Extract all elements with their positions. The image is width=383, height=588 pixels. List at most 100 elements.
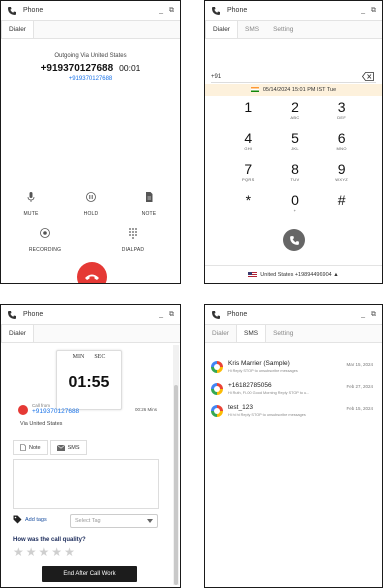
note-button[interactable]: NOTE [119, 191, 179, 217]
sec-label: SEC [94, 354, 106, 360]
key-9[interactable]: 9 WXYZ [318, 161, 365, 187]
minimize-button[interactable]: _ [361, 7, 365, 14]
call-quality-label: How was the call quality? [13, 537, 86, 543]
mute-button[interactable]: MUTE [1, 191, 61, 217]
hold-button[interactable]: HOLD [61, 191, 121, 217]
star-icon[interactable]: ★ [64, 546, 75, 558]
record-icon [40, 228, 50, 238]
end-after-call-work-button[interactable]: End After Call Work [42, 566, 137, 582]
key-digit: 8 [291, 161, 299, 177]
minimize-button[interactable]: _ [159, 311, 163, 318]
key-digit: 1 [244, 99, 253, 115]
dialpad-button[interactable]: DIALPAD [103, 227, 163, 253]
minimize-button[interactable]: _ [361, 311, 365, 318]
tab-sms[interactable]: SMS [238, 21, 266, 38]
via-label: Via United States [20, 421, 63, 427]
number-input-value: +91 [211, 74, 222, 80]
note-sms-tabs: Note SMS [13, 440, 87, 455]
key-0[interactable]: 0 + [272, 192, 319, 218]
backspace-icon[interactable] [362, 72, 374, 81]
key-7[interactable]: 7 PQRS [225, 161, 272, 187]
note-icon [20, 444, 26, 451]
star-icon[interactable]: ★ [26, 546, 37, 558]
app-title: Phone [23, 311, 44, 318]
tab-sms[interactable]: SMS [49, 440, 87, 455]
key-2[interactable]: 2 ABC [272, 99, 319, 125]
key-8[interactable]: 8 TUV [272, 161, 319, 187]
message-date: Mar 15, 2024 [346, 362, 373, 367]
outgoing-label: Outgoing Via United States [54, 53, 127, 59]
key-digit: 7 [244, 161, 253, 177]
tab-dialer[interactable]: Dialer [1, 325, 34, 342]
pause-icon [86, 192, 96, 202]
tab-setting[interactable]: Setting [266, 21, 300, 38]
contact-name: +16182785056 [228, 382, 272, 389]
key-5[interactable]: 5 JKL [272, 130, 319, 156]
message-date: Feb 15, 2024 [346, 406, 373, 411]
popout-icon[interactable]: ⧉ [371, 7, 376, 15]
hangup-icon [85, 274, 99, 280]
key-letters: PQRS [242, 177, 255, 182]
popout-icon[interactable]: ⧉ [169, 7, 174, 15]
list-item[interactable]: +16182785056 Hi Ruth, FI-00 Good Morning… [211, 381, 377, 405]
tab-note[interactable]: Note [13, 440, 48, 455]
key-letters: WXYZ [335, 177, 349, 182]
list-item[interactable]: Kris Marrier (Sample) Hi Reply STOP to u… [211, 359, 377, 383]
key-digit: 0 [291, 192, 299, 208]
scrollbar[interactable] [173, 345, 179, 585]
key-4[interactable]: 4 GHI [225, 130, 272, 156]
app-title: Phone [23, 7, 44, 14]
key-digit: # [337, 192, 346, 208]
contact-name: test_123 [228, 404, 253, 411]
tab-bar: Dialer SMS Setting [205, 21, 382, 39]
date-banner: 05/14/2024 15:01 PM IST Tue [205, 84, 382, 96]
title-bar: Phone _ ⧉ [205, 305, 382, 325]
phone-icon [212, 6, 220, 15]
key-letters: ABC [290, 115, 300, 120]
tag-select[interactable]: Select Tag [70, 514, 158, 528]
minimize-button[interactable]: _ [159, 7, 163, 14]
message-preview: Hi Ruth, FI-00 Good Morning Reply STOP t… [228, 391, 310, 395]
tab-bar: Dialer [1, 325, 180, 343]
add-tags-button[interactable]: Add tags [13, 515, 47, 524]
tab-dialer[interactable]: Dialer [205, 325, 236, 342]
note-icon [146, 192, 153, 202]
number-input[interactable]: +91 [211, 71, 376, 83]
popout-icon[interactable]: ⧉ [371, 311, 376, 319]
key-letters: JKL [291, 146, 299, 151]
list-item[interactable]: test_123 Hi hi hi Reply STOP to unsubscr… [211, 403, 377, 427]
popout-icon[interactable]: ⧉ [169, 311, 174, 319]
key-3[interactable]: 3 DEF [318, 99, 365, 125]
key-6[interactable]: 6 MNO [318, 130, 365, 156]
caller-id-selector[interactable]: United States +19894496904 ▲ [205, 265, 382, 283]
hangup-button[interactable] [77, 262, 107, 283]
chevron-down-icon [147, 519, 153, 523]
star-icon[interactable]: ★ [51, 546, 62, 558]
key-letters: DEF [337, 115, 347, 120]
recording-button[interactable]: RECORDING [15, 227, 75, 253]
tab-dialer[interactable]: Dialer [1, 21, 34, 38]
star-icon[interactable]: ★ [13, 546, 24, 558]
tab-dialer[interactable]: Dialer [205, 21, 238, 38]
min-label: MIN [72, 354, 85, 360]
note-textarea[interactable] [13, 459, 159, 509]
us-flag-icon [248, 271, 258, 278]
note-tab-label: Note [29, 444, 41, 451]
star-icon[interactable]: ★ [39, 546, 50, 558]
star-rating: ★ ★ ★ ★ ★ [13, 546, 75, 558]
dialpad-icon [129, 228, 137, 239]
tab-setting[interactable]: Setting [266, 325, 300, 342]
dialed-number: +919370127688 [40, 63, 114, 74]
phone-icon [8, 310, 16, 319]
key-hash[interactable]: # [318, 192, 365, 218]
scrollbar-thumb[interactable] [174, 385, 178, 585]
key-1[interactable]: 1 [225, 99, 272, 125]
caller-id-text: United States +19894496904 [260, 272, 332, 278]
missed-call-icon [18, 405, 28, 415]
add-tags-label: Add tags [25, 516, 47, 523]
call-button[interactable] [283, 229, 305, 251]
key-letters: MNO [336, 146, 347, 151]
tab-sms[interactable]: SMS [235, 325, 267, 342]
message-date: Feb 27, 2024 [346, 384, 373, 389]
key-star[interactable]: * [225, 192, 272, 218]
